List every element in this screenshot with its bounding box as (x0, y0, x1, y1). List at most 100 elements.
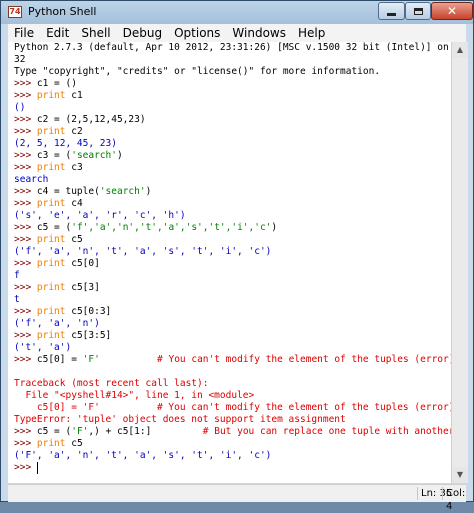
shell-line: ('t', 'a') (14, 342, 451, 354)
shell-text-segment: >>> (14, 354, 37, 365)
shell-line: >>> print c3 (14, 162, 451, 174)
menu-edit[interactable]: Edit (40, 24, 75, 42)
shell-text-segment: >>> (14, 162, 37, 173)
shell-text-segment: print (36, 198, 66, 209)
idle-app-icon: 74 (8, 6, 22, 18)
minimize-button[interactable] (378, 2, 405, 20)
menu-options[interactable]: Options (168, 24, 226, 42)
shell-line: >>> print c2 (14, 126, 451, 138)
window-title: Python Shell (28, 5, 97, 18)
text-cursor (36, 462, 38, 474)
shell-text-segment: Python 2.7.3 (default, Apr 10 2012, 23:3… (14, 42, 451, 53)
shell-text-segment: c2 = (2,5,12,45,23) (36, 114, 146, 125)
shell-line: >>> c5 = ('F',) + c5[1:] # But you can r… (14, 426, 451, 438)
shell-line: ('f', 'a', 'n', 't', 'a', 's', 't', 'i',… (14, 246, 451, 258)
shell-text-segment: c5[3] (65, 282, 100, 293)
scroll-down-icon[interactable]: ▼ (452, 467, 468, 483)
shell-line: Python 2.7.3 (default, Apr 10 2012, 23:3… (14, 42, 451, 54)
shell-text-segment: ('f', 'a', 'n') (14, 318, 100, 329)
shell-line: >>> c5[0] = 'F' # You can't modify the e… (14, 354, 451, 366)
shell-text-segment: 'f','a','n','t','a','s','t','i','c' (71, 222, 272, 233)
shell-text-segment: ('F', 'a', 'n', 't', 'a', 's', 't', 'i',… (14, 450, 272, 461)
shell-text-segment: # You can't modify the element of the tu… (157, 354, 451, 365)
shell-text-segment: (2, 5, 12, 45, 23) (14, 138, 117, 149)
menu-help[interactable]: Help (292, 24, 331, 42)
shell-text-segment: c4 = tuple( (36, 186, 100, 197)
menu-windows[interactable]: Windows (226, 24, 292, 42)
shell-text-segment: >>> (14, 78, 37, 89)
shell-text-segment: ,) + c5[1:] (88, 426, 203, 437)
shell-text-segment: c5 = ( (36, 222, 72, 233)
shell-line: Type "copyright", "credits" or "license(… (14, 66, 451, 78)
shell-line: search (14, 174, 451, 186)
shell-text-segment: c5[0] = 'F' # You can't modify the eleme… (14, 402, 451, 413)
shell-text-segment: >>> (14, 198, 37, 209)
shell-text-area[interactable]: Python 2.7.3 (default, Apr 10 2012, 23:3… (8, 42, 451, 483)
shell-text-segment: >>> (14, 330, 37, 341)
shell-text-segment: >>> (14, 114, 37, 125)
menu-file[interactable]: File (8, 24, 40, 42)
shell-text-segment: ) (116, 150, 123, 161)
shell-text-segment: c2 (65, 126, 83, 137)
close-button[interactable]: ✕ (431, 2, 473, 20)
shell-text-segment: >>> (14, 186, 37, 197)
shell-text-segment (100, 354, 157, 365)
shell-text-segment: >>> (14, 462, 37, 473)
shell-text-segment: t (14, 294, 20, 305)
menu-bar: File Edit Shell Debug Options Windows He… (8, 24, 466, 43)
title-bar[interactable]: 74 Python Shell ✕ (1, 1, 473, 24)
shell-line: >>> print c5[0] (14, 258, 451, 270)
menu-debug[interactable]: Debug (117, 24, 168, 42)
shell-text-segment: c5[0] (65, 258, 100, 269)
shell-text-segment: print (36, 306, 66, 317)
shell-text-segment: c4 (65, 198, 83, 209)
shell-text-segment: () (14, 102, 26, 113)
shell-line: >>> c3 = ('search') (14, 150, 451, 162)
shell-text-segment: c5[0:3] (65, 306, 112, 317)
shell-text-segment: >>> (14, 90, 37, 101)
shell-text-segment: ('f', 'a', 'n', 't', 'a', 's', 't', 'i',… (14, 246, 272, 257)
shell-line: () (14, 102, 451, 114)
status-bar: Ln: 35 Col: 4 (8, 484, 466, 512)
menu-shell[interactable]: Shell (75, 24, 116, 42)
shell-line: >>> print c4 (14, 198, 451, 210)
shell-line: ('F', 'a', 'n', 't', 'a', 's', 't', 'i',… (14, 450, 451, 462)
shell-text-segment: TypeError: 'tuple' object does not suppo… (14, 414, 346, 425)
shell-text-segment: c3 = ( (36, 150, 72, 161)
shell-line: >>> c5 = ('f','a','n','t','a','s','t','i… (14, 222, 451, 234)
shell-line: >>> print c5[3] (14, 282, 451, 294)
shell-text-segment: 'F' (71, 426, 89, 437)
shell-line: >>> print c1 (14, 90, 451, 102)
shell-line: t (14, 294, 451, 306)
shell-line: Traceback (most recent call last): (14, 378, 451, 390)
close-icon: ✕ (446, 4, 458, 18)
shell-text-segment: >>> (14, 150, 37, 161)
maximize-icon (413, 7, 423, 15)
shell-line: >>> c4 = tuple('search') (14, 186, 451, 198)
shell-text-segment: c1 = () (36, 78, 77, 89)
shell-line: 32 (14, 54, 451, 66)
shell-text-segment: Traceback (most recent call last): (14, 378, 209, 389)
shell-text-segment: # But you can replace one tuple with ano… (202, 426, 451, 437)
shell-text-segment: ('t', 'a') (14, 342, 72, 353)
shell-text-segment: ) (145, 186, 152, 197)
maximize-button[interactable] (405, 2, 431, 20)
shell-line: ('f', 'a', 'n') (14, 318, 451, 330)
shell-text-segment: print (36, 438, 66, 449)
shell-text-segment: print (36, 330, 66, 341)
shell-text-segment: c5 (65, 438, 83, 449)
shell-text-segment: >>> (14, 426, 37, 437)
shell-text-segment: 'search' (99, 186, 146, 197)
shell-text-segment: >>> (14, 126, 37, 137)
shell-text-segment: >>> (14, 438, 37, 449)
scroll-up-icon[interactable]: ▲ (452, 42, 468, 58)
shell-text-segment: f (14, 270, 20, 281)
shell-text-segment: ) (271, 222, 278, 233)
shell-line: File "<pyshell#14>", line 1, in <module> (14, 390, 451, 402)
shell-line: >>> print c5 (14, 438, 451, 450)
shell-text-segment: print (36, 90, 66, 101)
shell-text-segment: 'F' (82, 354, 100, 365)
vertical-scrollbar[interactable]: ▲ ▼ (451, 42, 468, 483)
shell-text-segment: c5 = ( (36, 426, 72, 437)
shell-text-segment: c5[0] = (36, 354, 83, 365)
